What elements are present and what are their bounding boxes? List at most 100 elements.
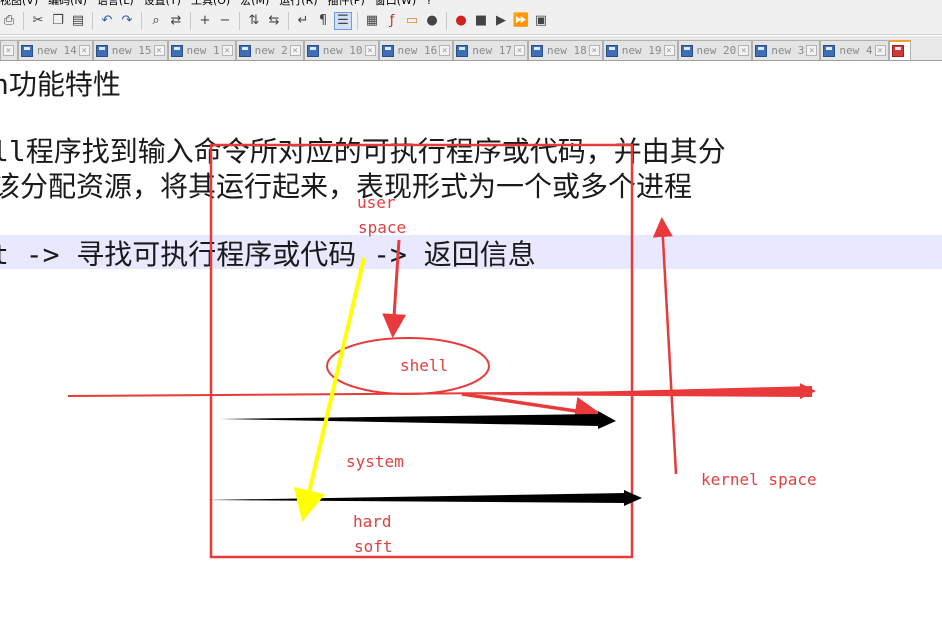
annotation-diagram: user space shell system hard soft kernel… — [67, 143, 817, 559]
stop-macro-icon[interactable]: ■ — [472, 12, 490, 30]
tab[interactable]: new 1 × — [167, 40, 236, 60]
toolbar-separator — [190, 12, 191, 30]
tab-bar: × new 14 × new 15 × new 1 × new 2 × new 10 × new 16… — [0, 36, 942, 61]
indent-guide-icon[interactable]: ☰ — [334, 12, 352, 30]
menu-item[interactable]: 插件(P) — [328, 0, 365, 7]
tab-close-icon[interactable]: × — [364, 45, 376, 56]
tab[interactable]: new 19 × — [602, 40, 678, 60]
function-list-icon[interactable]: ƒ — [383, 12, 401, 30]
run-macro-multiple-icon[interactable]: ⏩ — [512, 12, 530, 30]
save-macro-icon[interactable]: ▣ — [532, 12, 550, 30]
replace-icon[interactable]: ⇄ — [167, 12, 185, 30]
tab[interactable]: new 16 × — [378, 40, 454, 60]
menu-item[interactable]: 语言(L) — [97, 0, 134, 7]
find-icon[interactable]: ⌕ — [147, 12, 165, 30]
tab[interactable]: new 18 × — [528, 40, 603, 60]
redo-icon[interactable]: ↷ — [118, 12, 136, 30]
folder-icon[interactable]: ▭ — [403, 12, 421, 30]
toolbar-separator — [446, 12, 447, 30]
undo-icon[interactable]: ↶ — [98, 12, 116, 30]
toolbar-separator — [92, 12, 93, 30]
toolbar-separator — [23, 12, 24, 30]
tab-label: new 1 — [186, 44, 220, 57]
label-shell: shell — [400, 356, 448, 375]
menu-item[interactable]: ? — [426, 0, 432, 7]
tab-label: new 10 — [322, 44, 363, 57]
tab-close-icon[interactable]: × — [588, 45, 600, 56]
save-status-icon — [95, 44, 108, 57]
copy-icon[interactable]: ❐ — [49, 12, 67, 30]
tab-close-icon[interactable]: × — [806, 45, 818, 56]
save-status-icon — [891, 45, 904, 57]
menu-item[interactable]: 编码(N) — [48, 0, 87, 7]
toolbar: ⎙ ✂ ❐ ▤ ↶ ↷ ⌕ ⇄ + − ⇅ ⇆ ↵ ¶ ☰ ▦ ƒ ▭ ● ● ■ ▶ ⏩ ▣ — [0, 8, 942, 35]
save-status-icon — [680, 44, 693, 57]
tab[interactable]: new 15 × — [92, 40, 168, 60]
tab[interactable]: new 10 × — [303, 40, 379, 60]
menu-item[interactable]: 运行(R) — [279, 0, 317, 7]
tab-close-icon[interactable]: × — [221, 45, 233, 56]
menu-item[interactable]: 宏(M) — [240, 0, 269, 7]
menu-item[interactable]: 窗口(W) — [375, 0, 416, 7]
system-upper-arrow — [220, 414, 600, 426]
tab[interactable]: new 14 × — [18, 40, 93, 60]
tab-close-icon[interactable]: × — [874, 45, 886, 56]
menu-item[interactable]: 设置(T) — [144, 0, 181, 7]
kernel-up-arrow — [652, 217, 678, 475]
tab-close-icon[interactable]: × — [153, 45, 165, 56]
shell-to-system-arrow — [461, 392, 603, 425]
tab[interactable]: × — [0, 40, 18, 60]
sync-horizontal-icon[interactable]: ⇆ — [265, 12, 283, 30]
save-status-icon — [605, 44, 618, 57]
tab[interactable]: new 4 × — [820, 40, 889, 60]
tab-close-icon[interactable]: × — [514, 45, 525, 56]
tab-close-icon[interactable]: × — [439, 45, 451, 56]
document-map-icon[interactable]: ▦ — [363, 12, 381, 30]
toolbar-separator — [239, 12, 240, 30]
monitor-icon[interactable]: ● — [423, 12, 441, 30]
save-status-icon — [381, 44, 394, 57]
tab[interactable]: new 17 × — [453, 40, 528, 60]
zoom-out-icon[interactable]: − — [216, 12, 234, 30]
tab-label: new 16 — [397, 44, 438, 57]
tab-label: new 15 — [111, 44, 152, 57]
print-icon[interactable]: ⎙ — [0, 12, 18, 30]
tab[interactable]: new 2 × — [235, 40, 304, 60]
paste-icon[interactable]: ▤ — [69, 12, 87, 30]
menu-item[interactable]: 视图(V) — [0, 0, 38, 7]
tab[interactable] — [888, 40, 911, 60]
record-macro-icon[interactable]: ● — [452, 12, 470, 30]
toolbar-separator — [141, 12, 142, 30]
tab-close-icon[interactable]: × — [663, 45, 675, 56]
save-status-icon — [170, 44, 183, 57]
save-status-icon — [823, 44, 836, 57]
tab-label: new 18 — [547, 44, 587, 57]
save-status-icon — [531, 44, 543, 57]
save-status-icon — [755, 44, 768, 57]
zoom-in-icon[interactable]: + — [196, 12, 214, 30]
save-status-icon — [456, 44, 469, 57]
save-status-icon — [21, 44, 33, 57]
yellow-arrow — [293, 257, 366, 522]
play-macro-icon[interactable]: ▶ — [492, 12, 510, 30]
tab[interactable]: new 3 × — [752, 40, 821, 60]
label-hard: hard — [353, 512, 392, 531]
editor[interactable]: h功能特性 ll程序找到输入命令所对应的可执行程序或代码，并由其分 该分配资源，… — [0, 61, 942, 626]
menu-item[interactable]: 工具(O) — [191, 0, 230, 7]
tab-label: new 14 — [37, 44, 77, 57]
tab-close-icon[interactable]: × — [78, 45, 90, 56]
tab-close-icon[interactable]: × — [738, 45, 750, 56]
tab[interactable]: new 20 × — [677, 40, 753, 60]
sync-vertical-icon[interactable]: ⇅ — [245, 12, 263, 30]
label-space: space — [358, 218, 406, 237]
word-wrap-icon[interactable]: ↵ — [294, 12, 312, 30]
toolbar-separator — [288, 12, 289, 30]
tab-label: new 19 — [621, 44, 662, 57]
show-all-chars-icon[interactable]: ¶ — [314, 12, 332, 30]
tab-close-icon[interactable]: × — [289, 45, 301, 56]
cut-icon[interactable]: ✂ — [29, 12, 47, 30]
label-user: user — [357, 193, 396, 212]
tab-close-icon[interactable]: × — [3, 45, 14, 56]
kernel-boundary-arrow-thick — [470, 386, 812, 397]
system-lower-arrow — [206, 493, 626, 503]
